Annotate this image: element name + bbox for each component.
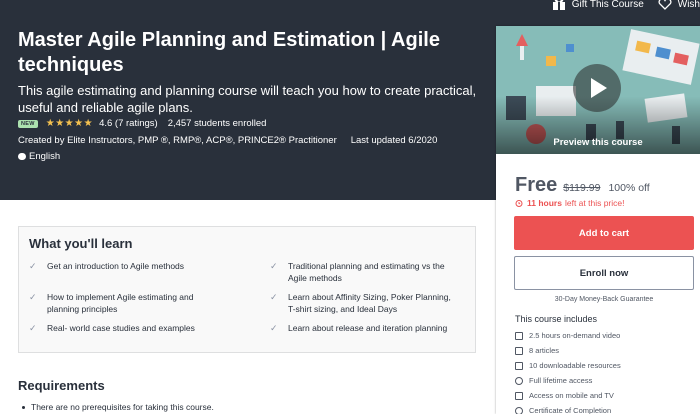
- speech-bubble-icon: [18, 153, 26, 160]
- learn-item-text: Traditional planning and estimating vs t…: [288, 261, 445, 283]
- course-preview[interactable]: Preview this course: [496, 26, 700, 154]
- timer-hours: 11 hours: [527, 198, 562, 208]
- heart-icon: [658, 0, 672, 10]
- checkmark-icon: ✓: [270, 261, 278, 271]
- includes-item: Certificate of Completion: [515, 403, 695, 414]
- play-icon[interactable]: [573, 64, 621, 112]
- discount-percent: 100% off: [608, 182, 650, 194]
- bullet-icon: [22, 405, 25, 409]
- includes-item-text: 2.5 hours on-demand video: [529, 331, 621, 340]
- learn-item: ✓ Learn about Affinity Sizing, Poker Plan…: [270, 291, 460, 315]
- checkmark-icon: ✓: [29, 292, 37, 302]
- wishlist-label: Wish: [677, 0, 700, 10]
- purchase-card: Preview this course Free $119.99 100% of…: [496, 26, 700, 414]
- mobile-icon: [515, 391, 523, 400]
- enroll-now-button[interactable]: Enroll now: [514, 256, 694, 290]
- learn-item: ✓ How to implement Agile estimating and p…: [29, 291, 219, 315]
- checkmark-icon: ✓: [29, 261, 37, 271]
- checkmark-icon: ✓: [270, 323, 278, 333]
- star-rating-icon: ★★★★★: [45, 118, 94, 129]
- money-back-guarantee: 30-Day Money-Back Guarantee: [554, 296, 654, 303]
- includes-item: Full lifetime access: [515, 373, 695, 388]
- gift-course-label: Gift This Course: [571, 0, 644, 10]
- preview-label[interactable]: Preview this course: [496, 137, 700, 148]
- certificate-icon: [515, 406, 523, 414]
- wishlist-button[interactable]: Wish: [658, 0, 700, 10]
- price-timer: 11 hours left at this price!: [515, 198, 625, 208]
- course-title: Master Agile Planning and Estimation | A…: [18, 29, 440, 76]
- video-icon: [515, 331, 523, 340]
- includes-item: 2.5 hours on-demand video: [515, 328, 695, 343]
- rating-text[interactable]: 4.6 (7 ratings): [99, 118, 158, 129]
- alarm-clock-icon: [515, 200, 523, 207]
- learn-item: ✓ Learn about release and iteration plann…: [270, 322, 460, 334]
- learn-item: ✓ Real- world case studies and examples: [29, 322, 219, 334]
- article-icon: [515, 346, 523, 355]
- learn-item-text: Real- world case studies and examples: [47, 323, 195, 333]
- checkmark-icon: ✓: [270, 292, 278, 302]
- course-subtitle: This agile estimating and planning cours…: [18, 83, 477, 115]
- gift-course-button[interactable]: Gift This Course: [552, 0, 644, 10]
- current-price: Free: [515, 174, 558, 196]
- created-by: Created by Elite Instructors, PMP ®, RMP…: [18, 135, 337, 146]
- learn-item-text: How to implement Agile estimating and pl…: [47, 292, 194, 314]
- learn-item: ✓ Traditional planning and estimating vs …: [270, 260, 460, 284]
- includes-item-text: Certificate of Completion: [529, 406, 612, 414]
- includes-title: This course includes: [515, 314, 598, 324]
- download-icon: [515, 361, 523, 370]
- course-language: English: [18, 151, 60, 162]
- includes-item-text: 8 articles: [529, 346, 560, 355]
- infinity-icon: [515, 376, 523, 385]
- add-to-cart-button[interactable]: Add to cart: [514, 216, 694, 250]
- gift-icon: [552, 0, 565, 10]
- checkmark-icon: ✓: [29, 323, 37, 333]
- requirements-title: Requirements: [18, 378, 105, 393]
- course-meta: NEW ★★★★★ 4.6 (7 ratings) 2,457 students…: [18, 118, 266, 129]
- original-price: $119.99: [563, 182, 601, 194]
- requirement-text: There are no prerequisites for taking th…: [31, 402, 214, 412]
- includes-item-text: 10 downloadable resources: [529, 361, 621, 370]
- includes-item: Access on mobile and TV: [515, 388, 695, 403]
- learn-item-text: Get an introduction to Agile methods: [47, 261, 185, 271]
- language-label: English: [29, 151, 61, 162]
- includes-item-text: Full lifetime access: [529, 376, 593, 385]
- top-actions: Gift This Course Wish: [538, 0, 700, 11]
- includes-list: 2.5 hours on-demand video 8 articles 10 …: [515, 328, 695, 414]
- includes-item: 8 articles: [515, 343, 695, 358]
- learn-item-text: Learn about release and iteration planni…: [288, 323, 448, 333]
- timer-suffix: left at this price!: [564, 198, 625, 208]
- course-credits: Created by Elite Instructors, PMP ®, RMP…: [18, 135, 437, 146]
- price-row: Free $119.99 100% off: [515, 174, 650, 197]
- includes-item: 10 downloadable resources: [515, 358, 695, 373]
- last-updated: Last updated 6/2020: [350, 135, 438, 146]
- what-you-learn-box: What you'll learn ✓ Get an introduction t…: [18, 226, 476, 353]
- learn-item-text: Learn about Affinity Sizing, Poker Plann…: [288, 292, 451, 314]
- new-badge: NEW: [18, 119, 38, 128]
- learn-item: ✓ Get an introduction to Agile methods: [29, 260, 219, 272]
- requirement-item: There are no prerequisites for taking th…: [22, 402, 214, 412]
- students-enrolled: 2,457 students enrolled: [167, 118, 267, 129]
- learn-title: What you'll learn: [29, 236, 133, 251]
- includes-item-text: Access on mobile and TV: [529, 391, 614, 400]
